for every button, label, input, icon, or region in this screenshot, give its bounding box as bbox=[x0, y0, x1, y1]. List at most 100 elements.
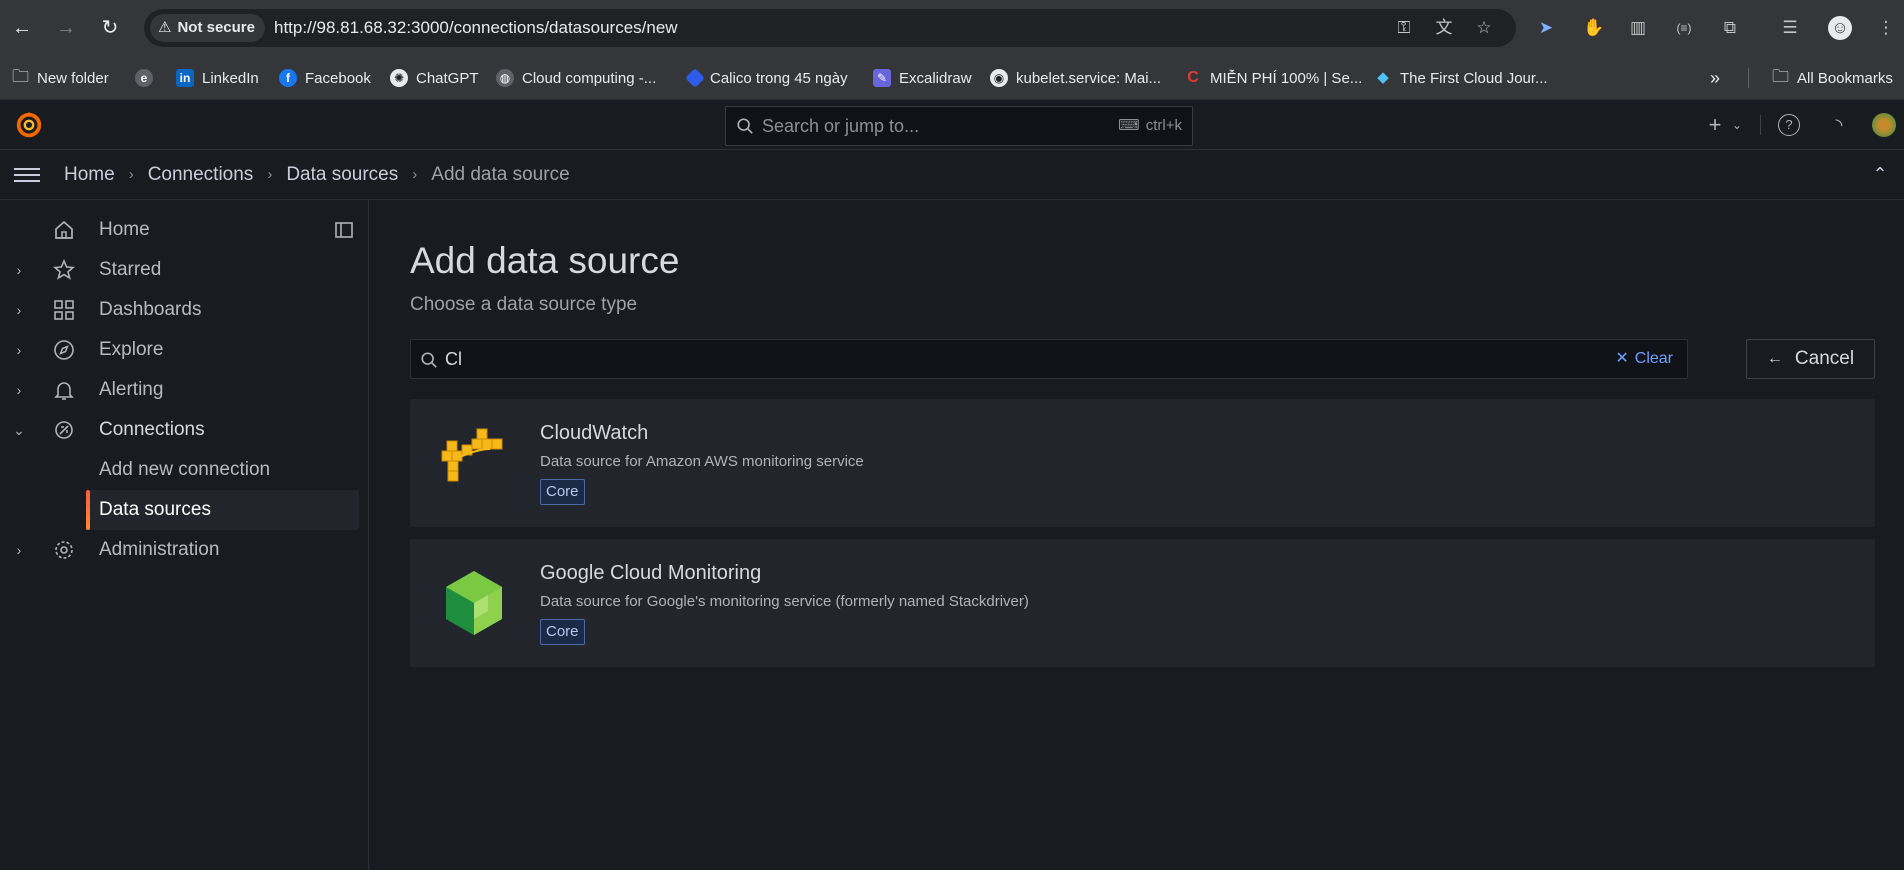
menu-dots-icon[interactable]: ⋮ bbox=[1874, 16, 1898, 40]
folder-icon: 🗀 bbox=[1772, 66, 1789, 86]
keyboard-icon: ⌨ bbox=[1118, 117, 1140, 134]
user-avatar[interactable] bbox=[1872, 113, 1896, 137]
cancel-button[interactable]: ← Cancel bbox=[1746, 339, 1875, 379]
cursor-extension-icon[interactable]: ➤ bbox=[1534, 16, 1558, 40]
main-content: Add data source Choose a data source typ… bbox=[370, 200, 1904, 870]
global-search-input[interactable]: Search or jump to... ⌨ ctrl+k bbox=[725, 106, 1193, 146]
plug-icon bbox=[55, 421, 73, 439]
diamond-icon: ◆ bbox=[1377, 69, 1389, 86]
sidebar-nav: Home › Starred › Dashboards › Explore › bbox=[0, 200, 369, 870]
help-icon[interactable]: ? bbox=[1778, 114, 1800, 136]
bookmark-new-folder[interactable]: 🗀 New folder bbox=[12, 66, 109, 90]
cloudwatch-logo-icon bbox=[441, 428, 503, 482]
bookmark-kubelet[interactable]: ◉ kubelet.service: Mai... bbox=[990, 66, 1161, 90]
bookmark-linkedin[interactable]: in LinkedIn bbox=[176, 66, 259, 90]
datasource-card-google-cloud-monitoring[interactable]: Google Cloud Monitoring Data source for … bbox=[410, 539, 1875, 667]
facebook-icon: f bbox=[279, 69, 297, 87]
search-icon bbox=[737, 118, 753, 134]
chevron-up-icon[interactable]: ⌃ bbox=[1870, 164, 1890, 184]
datasource-name: CloudWatch bbox=[540, 422, 649, 444]
breadcrumb-data-sources[interactable]: Data sources bbox=[286, 150, 398, 200]
breadcrumb-separator-icon: › bbox=[267, 166, 273, 183]
star-bookmark-icon[interactable]: ☆ bbox=[1474, 18, 1494, 38]
c-icon: C bbox=[1187, 69, 1199, 86]
folder-icon: 🗀 bbox=[12, 66, 29, 86]
reload-icon[interactable]: ↻ bbox=[96, 14, 124, 42]
grafana-logo-icon[interactable] bbox=[14, 110, 44, 140]
sidebar-item-home[interactable]: Home bbox=[0, 210, 369, 250]
address-bar[interactable]: ⚠ Not secure http://98.81.68.32:3000/con… bbox=[144, 9, 1516, 47]
calico-icon bbox=[685, 68, 705, 88]
google-cloud-monitoring-logo-icon bbox=[446, 571, 502, 635]
chevron-right-icon[interactable]: › bbox=[12, 262, 26, 278]
chevron-right-icon[interactable]: › bbox=[12, 382, 26, 398]
extension-brackets-icon[interactable]: (≡) bbox=[1672, 16, 1696, 40]
breadcrumb-current: Add data source bbox=[431, 164, 570, 185]
bookmark-facebook[interactable]: f Facebook bbox=[279, 66, 371, 90]
home-icon bbox=[55, 220, 73, 239]
media-icon[interactable]: ☰ bbox=[1778, 16, 1802, 40]
datasource-card-cloudwatch[interactable]: CloudWatch Data source for Amazon AWS mo… bbox=[410, 399, 1875, 527]
core-badge: Core bbox=[540, 479, 585, 505]
rss-news-icon[interactable]: ◝ bbox=[1828, 114, 1850, 136]
chevron-right-icon[interactable]: › bbox=[12, 542, 26, 558]
chevron-down-icon[interactable]: ⌄ bbox=[12, 422, 26, 439]
translate-icon[interactable]: 文 bbox=[1434, 18, 1454, 38]
datasource-search: ✕ Clear bbox=[410, 339, 1688, 379]
extension-orange-icon[interactable]: ✋ bbox=[1582, 16, 1606, 40]
sidebar-item-add-new-connection[interactable]: Add new connection bbox=[86, 450, 359, 490]
bookmark-mien-phi[interactable]: C MIỄN PHÍ 100% | Se... bbox=[1184, 66, 1362, 90]
bookmark-cloud-computing[interactable]: ◍ Cloud computing -... bbox=[496, 66, 656, 90]
globe-icon: ◍ bbox=[496, 69, 514, 87]
breadcrumb-connections[interactable]: Connections bbox=[148, 150, 254, 200]
bookmark-chatgpt[interactable]: ✺ ChatGPT bbox=[390, 66, 479, 90]
datasource-name: Google Cloud Monitoring bbox=[540, 562, 762, 584]
search-icon bbox=[421, 352, 437, 368]
chatgpt-icon: ✺ bbox=[390, 69, 408, 87]
datasource-search-input[interactable] bbox=[445, 340, 1545, 378]
bookmark-e[interactable]: e bbox=[135, 66, 153, 90]
sidebar-item-administration[interactable]: › Administration bbox=[0, 530, 369, 570]
breadcrumb-separator-icon: › bbox=[412, 166, 418, 183]
breadcrumb-home[interactable]: Home bbox=[64, 150, 115, 200]
plus-icon[interactable]: + bbox=[1704, 114, 1726, 136]
bookmarks-bar: 🗀 New folder e in LinkedIn f Facebook ✺ … bbox=[0, 56, 1904, 100]
page-title: Add data source bbox=[410, 240, 680, 281]
sidebar-item-starred[interactable]: › Starred bbox=[0, 250, 369, 290]
chevron-right-icon[interactable]: › bbox=[12, 302, 26, 318]
key-icon[interactable]: ⚿ bbox=[1394, 18, 1414, 38]
bell-icon bbox=[54, 382, 74, 400]
breadcrumb: Home › Connections › Data sources › Add … bbox=[64, 150, 570, 200]
active-indicator bbox=[86, 490, 90, 530]
clear-search-button[interactable]: ✕ Clear bbox=[1615, 340, 1673, 378]
sidebar-item-connections[interactable]: ⌄ Connections bbox=[0, 410, 369, 450]
bookmark-calico[interactable]: Calico trong 45 ngày bbox=[685, 66, 848, 90]
menu-toggle-icon[interactable] bbox=[14, 164, 40, 186]
apps-icon bbox=[54, 300, 74, 320]
sidebar-item-data-sources[interactable]: Data sources bbox=[86, 490, 359, 530]
compass-icon bbox=[54, 340, 74, 360]
bookmark-excalidraw[interactable]: ✎ Excalidraw bbox=[873, 66, 972, 90]
back-icon[interactable]: ← bbox=[8, 14, 36, 42]
arrow-left-icon: ← bbox=[1766, 350, 1783, 367]
sidebar-item-alerting[interactable]: › Alerting bbox=[0, 370, 369, 410]
bookmark-first-cloud[interactable]: ◆ The First Cloud Jour... bbox=[1374, 66, 1547, 90]
forward-icon[interactable]: → bbox=[52, 14, 80, 42]
more-bookmarks-icon[interactable]: » bbox=[1710, 66, 1720, 90]
chevron-down-icon[interactable]: ⌄ bbox=[1726, 114, 1748, 136]
extensions-icon[interactable]: ⧉ bbox=[1718, 16, 1742, 40]
profile-icon[interactable]: ☺ bbox=[1828, 16, 1852, 40]
all-bookmarks[interactable]: 🗀 All Bookmarks bbox=[1772, 66, 1893, 90]
close-icon: ✕ bbox=[1615, 350, 1629, 367]
bookmarks-divider bbox=[1748, 68, 1749, 88]
sidebar-item-dashboards[interactable]: › Dashboards bbox=[0, 290, 369, 330]
page-subtitle: Choose a data source type bbox=[410, 294, 638, 315]
cog-icon bbox=[55, 541, 73, 559]
sidebar-item-explore[interactable]: › Explore bbox=[0, 330, 369, 370]
breadcrumb-bar: Home › Connections › Data sources › Add … bbox=[0, 150, 1904, 200]
security-chip[interactable]: ⚠ Not secure bbox=[150, 14, 265, 42]
reading-mode-icon[interactable]: ▥ bbox=[1626, 16, 1650, 40]
excalidraw-icon: ✎ bbox=[873, 69, 891, 87]
url-text[interactable]: http://98.81.68.32:3000/connections/data… bbox=[274, 9, 678, 47]
chevron-right-icon[interactable]: › bbox=[12, 342, 26, 358]
